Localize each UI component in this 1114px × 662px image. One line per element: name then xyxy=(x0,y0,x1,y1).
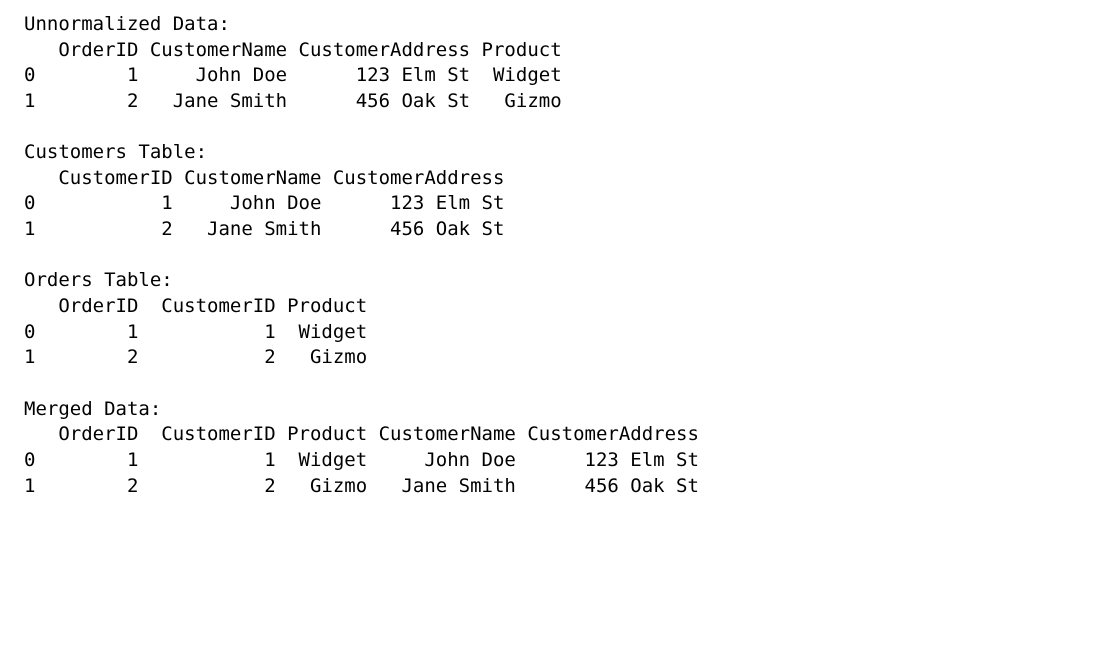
console-output: Unnormalized Data: OrderID CustomerName … xyxy=(0,0,1114,511)
